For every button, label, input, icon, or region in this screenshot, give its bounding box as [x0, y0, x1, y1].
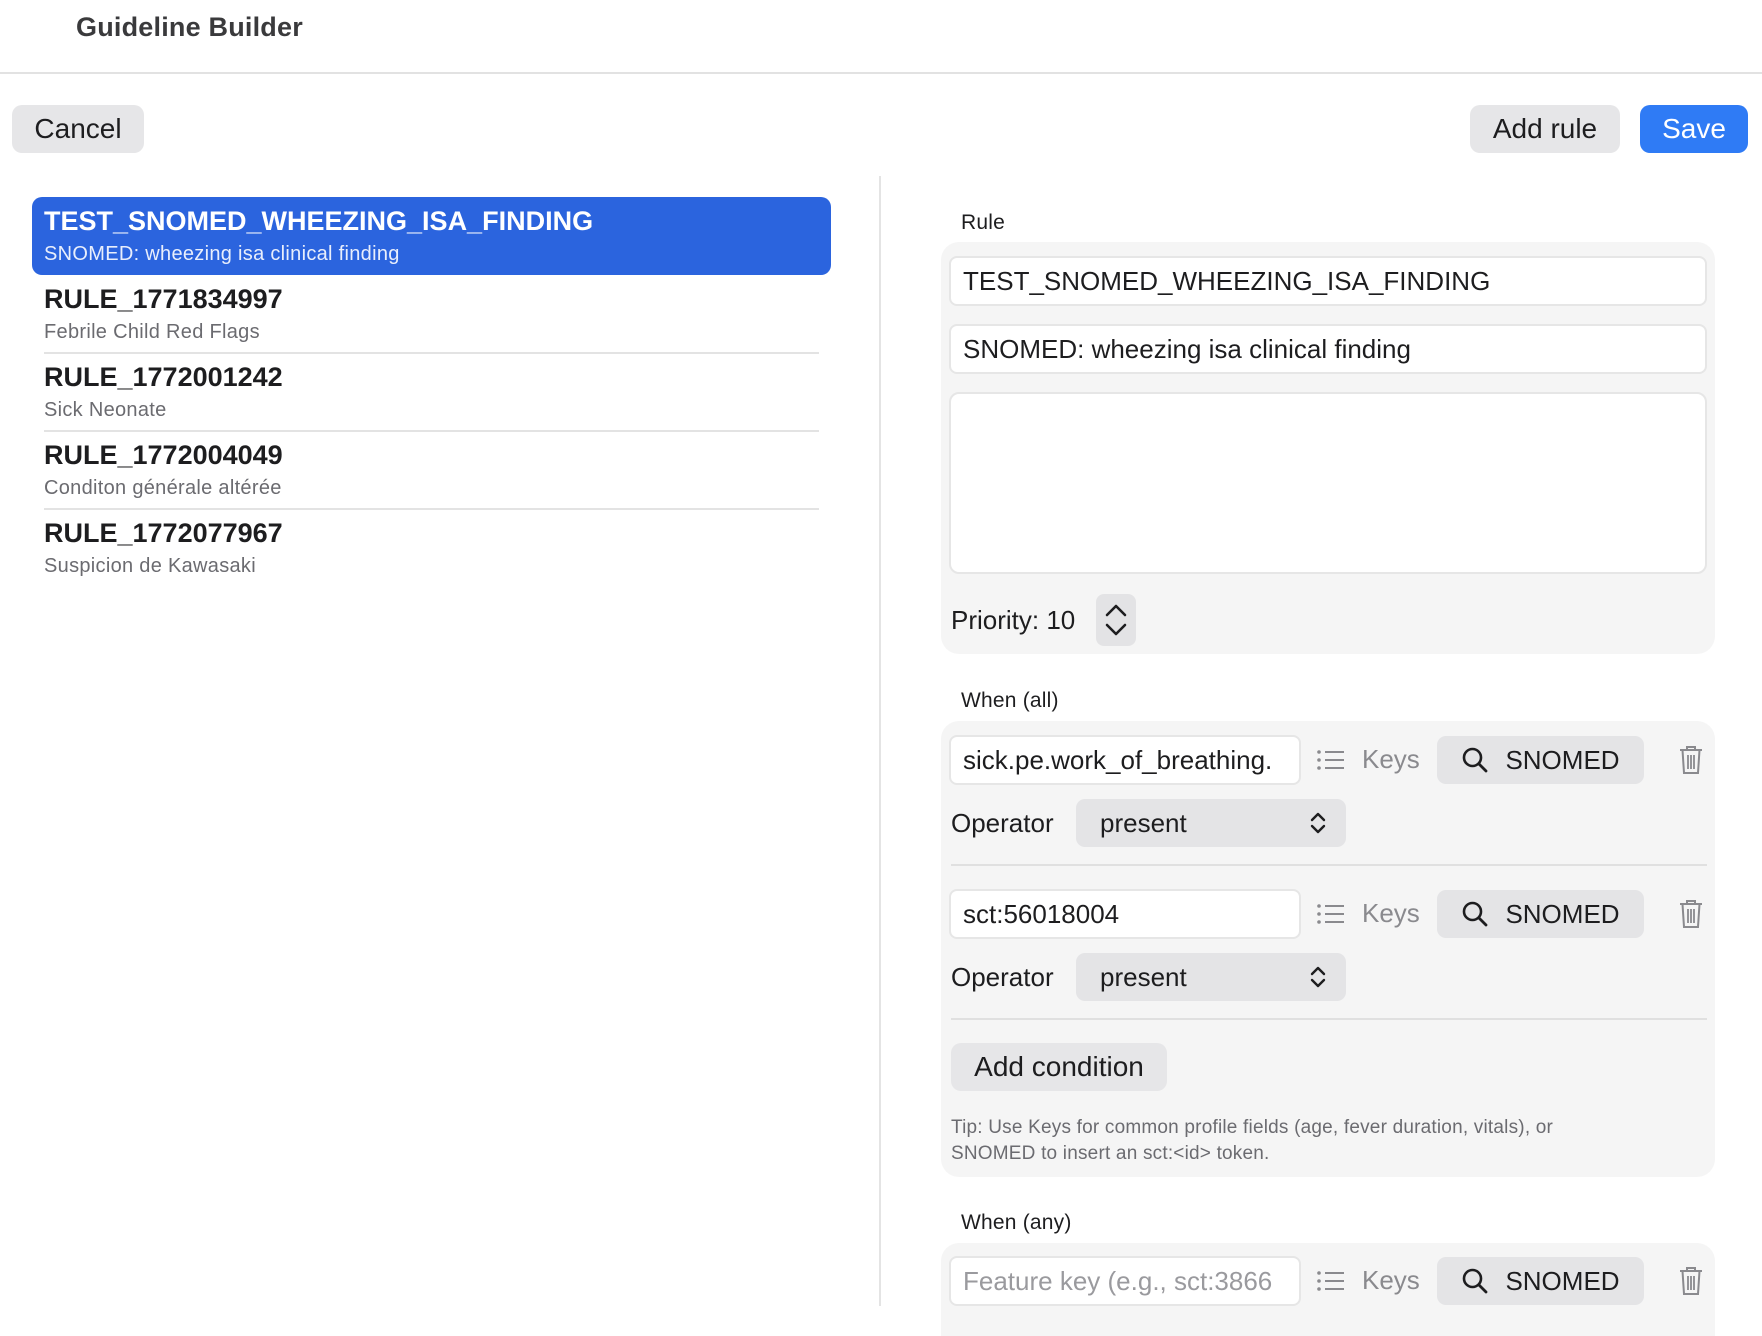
split-divider[interactable]	[879, 176, 881, 1306]
tip-line: SNOMED to insert an sct:<id> token.	[951, 1143, 1270, 1164]
up-down-chevron-icon	[1310, 812, 1326, 834]
rule-description: Conditon générale altérée	[44, 477, 282, 499]
rule-list-item[interactable]: RULE_1771834997 Febrile Child Red Flags	[32, 275, 831, 354]
rule-list-item[interactable]: RULE_1772004049 Conditon générale altéré…	[32, 431, 831, 510]
operator-value: present	[1100, 807, 1187, 838]
snomed-label: SNOMED	[1505, 744, 1620, 775]
feature-key-input[interactable]: sick.pe.work_of_breathing.	[949, 735, 1301, 785]
up-down-chevron-icon	[1310, 966, 1326, 988]
rule-description: Suspicion de Kawasaki	[44, 555, 256, 577]
window-title: Guideline Builder	[76, 12, 303, 42]
operator-value: present	[1100, 961, 1187, 992]
rule-id: RULE_1771834997	[44, 284, 283, 314]
chevron-down-icon[interactable]	[1104, 623, 1128, 637]
rule-id: TEST_SNOMED_WHEEZING_ISA_FINDING	[44, 206, 594, 236]
trash-icon	[1680, 1267, 1702, 1295]
rule-notes-textarea[interactable]	[949, 392, 1707, 574]
title-bar: Guideline Builder	[0, 0, 1762, 74]
tip-line: Tip: Use Keys for common profile fields …	[951, 1117, 1554, 1138]
rule-id: RULE_1772077967	[44, 518, 283, 548]
search-icon	[1463, 1268, 1488, 1294]
trash-icon	[1680, 900, 1702, 928]
snomed-label: SNOMED	[1505, 898, 1620, 929]
delete-condition-button[interactable]	[1678, 899, 1704, 934]
snomed-search-button[interactable]: SNOMED	[1437, 736, 1644, 784]
keys-button[interactable]: Keys	[1316, 898, 1420, 929]
operator-select[interactable]: present	[1076, 953, 1346, 1001]
keys-label: Keys	[1362, 898, 1420, 928]
condition-separator	[951, 1018, 1707, 1020]
keys-button[interactable]: Keys	[1316, 744, 1420, 775]
priority-stepper[interactable]	[1096, 594, 1136, 646]
rule-id-field[interactable]: TEST_SNOMED_WHEEZING_ISA_FINDING	[949, 256, 1707, 306]
chevron-up-icon[interactable]	[1104, 603, 1128, 617]
cancel-button[interactable]: Cancel	[12, 105, 144, 153]
trash-icon	[1680, 746, 1702, 774]
operator-label: Operator	[951, 962, 1054, 992]
snomed-search-button[interactable]: SNOMED	[1437, 890, 1644, 938]
list-icon	[1317, 749, 1344, 770]
list-icon	[1317, 1270, 1344, 1291]
keys-label: Keys	[1362, 1265, 1420, 1295]
rule-description: Sick Neonate	[44, 399, 167, 421]
save-button[interactable]: Save	[1640, 105, 1748, 153]
rule-id: RULE_1772004049	[44, 440, 283, 470]
rule-list-item-selected[interactable]: TEST_SNOMED_WHEEZING_ISA_FINDING SNOMED:…	[32, 197, 831, 275]
when-all-group-box	[941, 721, 1715, 1177]
rule-description-field[interactable]: SNOMED: wheezing isa clinical finding	[949, 324, 1707, 374]
rule-list-item[interactable]: RULE_1772077967 Suspicion de Kawasaki	[32, 509, 831, 587]
operator-label: Operator	[951, 808, 1054, 838]
snomed-search-button[interactable]: SNOMED	[1437, 1257, 1644, 1305]
keys-button[interactable]: Keys	[1316, 1265, 1420, 1296]
list-icon	[1317, 903, 1344, 924]
rule-description: Febrile Child Red Flags	[44, 321, 260, 343]
search-icon	[1463, 747, 1488, 773]
feature-key-input[interactable]: Feature key (e.g., sct:3866	[949, 1256, 1301, 1306]
delete-condition-button[interactable]	[1678, 1266, 1704, 1301]
tip-text: Tip: Use Keys for common profile fields …	[951, 1115, 1553, 1167]
priority-label: Priority: 10	[951, 605, 1076, 635]
delete-condition-button[interactable]	[1678, 745, 1704, 780]
feature-key-input[interactable]: sct:56018004	[949, 889, 1301, 939]
rule-id: RULE_1772001242	[44, 362, 283, 392]
rule-list-item[interactable]: RULE_1772001242 Sick Neonate	[32, 353, 831, 432]
rule-section-label: Rule	[961, 211, 1005, 234]
condition-separator	[951, 864, 1707, 866]
operator-select[interactable]: present	[1076, 799, 1346, 847]
search-icon	[1463, 901, 1488, 927]
add-rule-button[interactable]: Add rule	[1470, 105, 1620, 153]
add-condition-button[interactable]: Add condition	[951, 1043, 1167, 1091]
keys-label: Keys	[1362, 744, 1420, 774]
snomed-label: SNOMED	[1505, 1265, 1620, 1296]
app-window: Guideline Builder Cancel Add rule Save T…	[0, 0, 1762, 1336]
when-all-label: When (all)	[961, 689, 1059, 712]
when-any-label: When (any)	[961, 1211, 1072, 1234]
rule-description: SNOMED: wheezing isa clinical finding	[44, 243, 400, 265]
